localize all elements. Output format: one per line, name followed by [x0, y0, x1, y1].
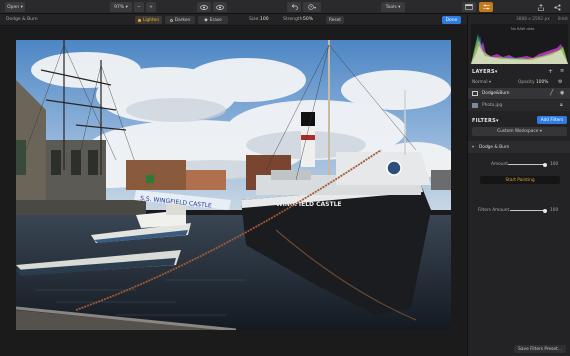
- layout-icon: [465, 4, 473, 10]
- chevron-down-icon: ▾: [20, 4, 23, 10]
- opacity-label: Opacity: [518, 80, 535, 85]
- filters-amount-value[interactable]: 100: [550, 208, 558, 213]
- layer-name: Photo.jpg: [482, 103, 503, 108]
- lighten-icon: [137, 18, 141, 22]
- layer-row-dodge-burn[interactable]: Dodge&Burn ╱ ◉: [468, 88, 570, 99]
- photo-canvas[interactable]: S.S. WINGFIELD CASTLE WINGFIELD CASTLE: [16, 40, 451, 330]
- preview-button[interactable]: [213, 2, 227, 12]
- tool-name: Dodge & Burn: [6, 17, 38, 22]
- filters-title: FILTERS▾: [472, 118, 499, 124]
- layer-thumbnail: [472, 103, 478, 108]
- eye-icon[interactable]: ◉: [560, 90, 564, 96]
- opacity-value[interactable]: 100%: [536, 80, 548, 85]
- lock-icon[interactable]: 🔒︎: [560, 102, 563, 108]
- eye-icon: [216, 4, 224, 10]
- filter-name: Dodge & Burn: [479, 145, 510, 150]
- more-icon[interactable]: ≡: [560, 68, 564, 74]
- histogram-label: No RAW data: [511, 27, 535, 31]
- darken-icon: [169, 18, 173, 22]
- size-label: Size:: [249, 17, 260, 22]
- layer-icon: [472, 91, 478, 96]
- brush-icon[interactable]: ╱: [550, 90, 553, 96]
- chevron-down-icon: ▾: [398, 4, 401, 10]
- photo-image: S.S. WINGFIELD CASTLE WINGFIELD CASTLE: [16, 40, 451, 330]
- mode-erase-button[interactable]: ◆ Erase: [198, 16, 228, 24]
- strength-label: Strength:: [283, 17, 304, 22]
- mode-label: Darken: [174, 17, 191, 23]
- image-dimensions: 3888 x 2592 px: [516, 17, 550, 22]
- slider-knob[interactable]: [543, 208, 547, 213]
- amount-value[interactable]: 100: [550, 162, 558, 167]
- blend-mode-select[interactable]: Normal ▾: [472, 80, 491, 85]
- amount-label: Amount: [491, 162, 508, 167]
- start-painting-button[interactable]: Start Painting: [480, 176, 560, 184]
- tools-label: Tools: [385, 4, 397, 10]
- save-filters-preset-button[interactable]: Save Filters Preset...: [514, 345, 566, 353]
- histogram: No RAW data: [471, 24, 568, 64]
- zoom-select[interactable]: 97% ▾: [110, 2, 132, 12]
- mode-label: Lighten: [142, 17, 160, 23]
- hull-text: WINGFIELD CASTLE: [276, 201, 342, 208]
- export-icon: [538, 3, 544, 11]
- strength-value[interactable]: 50%: [303, 17, 313, 22]
- collapse-icon[interactable]: ▾: [472, 145, 474, 150]
- zoom-value: 97%: [114, 4, 125, 10]
- amount-slider[interactable]: [508, 162, 547, 167]
- undo-button[interactable]: [287, 2, 301, 12]
- bit-depth: 8-bit: [558, 17, 568, 22]
- mode-darken-button[interactable]: Darken: [165, 16, 195, 24]
- mode-lighten-button[interactable]: Lighten: [135, 16, 162, 24]
- canvas-area[interactable]: S.S. WINGFIELD CASTLE WINGFIELD CASTLE: [0, 27, 467, 356]
- share-icon: [554, 4, 560, 10]
- chevron-down-icon: ▾: [539, 129, 542, 134]
- erase-icon: ◆: [204, 17, 208, 23]
- right-panel: 3888 x 2592 px 8-bit No RAW data LAYERS▾…: [467, 14, 570, 356]
- layers-title: LAYERS▾: [472, 69, 498, 75]
- done-button[interactable]: Done: [442, 16, 461, 24]
- sliders-icon: [482, 4, 490, 10]
- undo-icon: [291, 4, 298, 10]
- add-layer-icon[interactable]: +: [548, 68, 553, 75]
- reset-button[interactable]: Reset: [326, 16, 344, 24]
- slider-knob[interactable]: [543, 162, 547, 167]
- filter-header-dodge-burn[interactable]: ▾ Dodge & Burn: [468, 141, 570, 153]
- compare-button[interactable]: [197, 2, 211, 12]
- share-button[interactable]: [551, 2, 563, 12]
- panel-layout-button[interactable]: [462, 2, 476, 12]
- zoom-out-button[interactable]: −: [134, 2, 144, 12]
- mode-label: Erase: [209, 17, 222, 23]
- workspace-select[interactable]: Custom Workspace ▾: [472, 127, 567, 136]
- compare-icon: [200, 4, 208, 10]
- layer-name: Dodge&Burn: [482, 91, 510, 96]
- layer-row-photo[interactable]: Photo.jpg 🔒︎: [468, 100, 570, 111]
- chevron-down-icon: ▾: [125, 4, 128, 10]
- app-window: Open ▾ 97% ▾ − + ▾ Tools ▾ Dodge & Burn …: [0, 0, 570, 356]
- gear-icon[interactable]: ⚙: [558, 79, 562, 85]
- zoom-in-button[interactable]: +: [146, 2, 156, 12]
- tools-button[interactable]: Tools ▾: [381, 2, 405, 12]
- adjust-panel-button[interactable]: [479, 2, 493, 12]
- open-button[interactable]: Open ▾: [5, 2, 25, 12]
- size-value[interactable]: 100: [260, 17, 269, 22]
- open-label: Open: [7, 4, 20, 10]
- add-filters-button[interactable]: Add Filters: [537, 116, 567, 124]
- history-button[interactable]: ▾: [303, 2, 321, 12]
- filters-amount-slider[interactable]: [510, 208, 547, 213]
- top-toolbar: Open ▾ 97% ▾ − + ▾ Tools ▾: [0, 0, 570, 14]
- chevron-down-icon: ▾: [313, 4, 316, 10]
- export-button[interactable]: [535, 2, 547, 12]
- filters-amount-label: Filters Amount: [478, 208, 510, 213]
